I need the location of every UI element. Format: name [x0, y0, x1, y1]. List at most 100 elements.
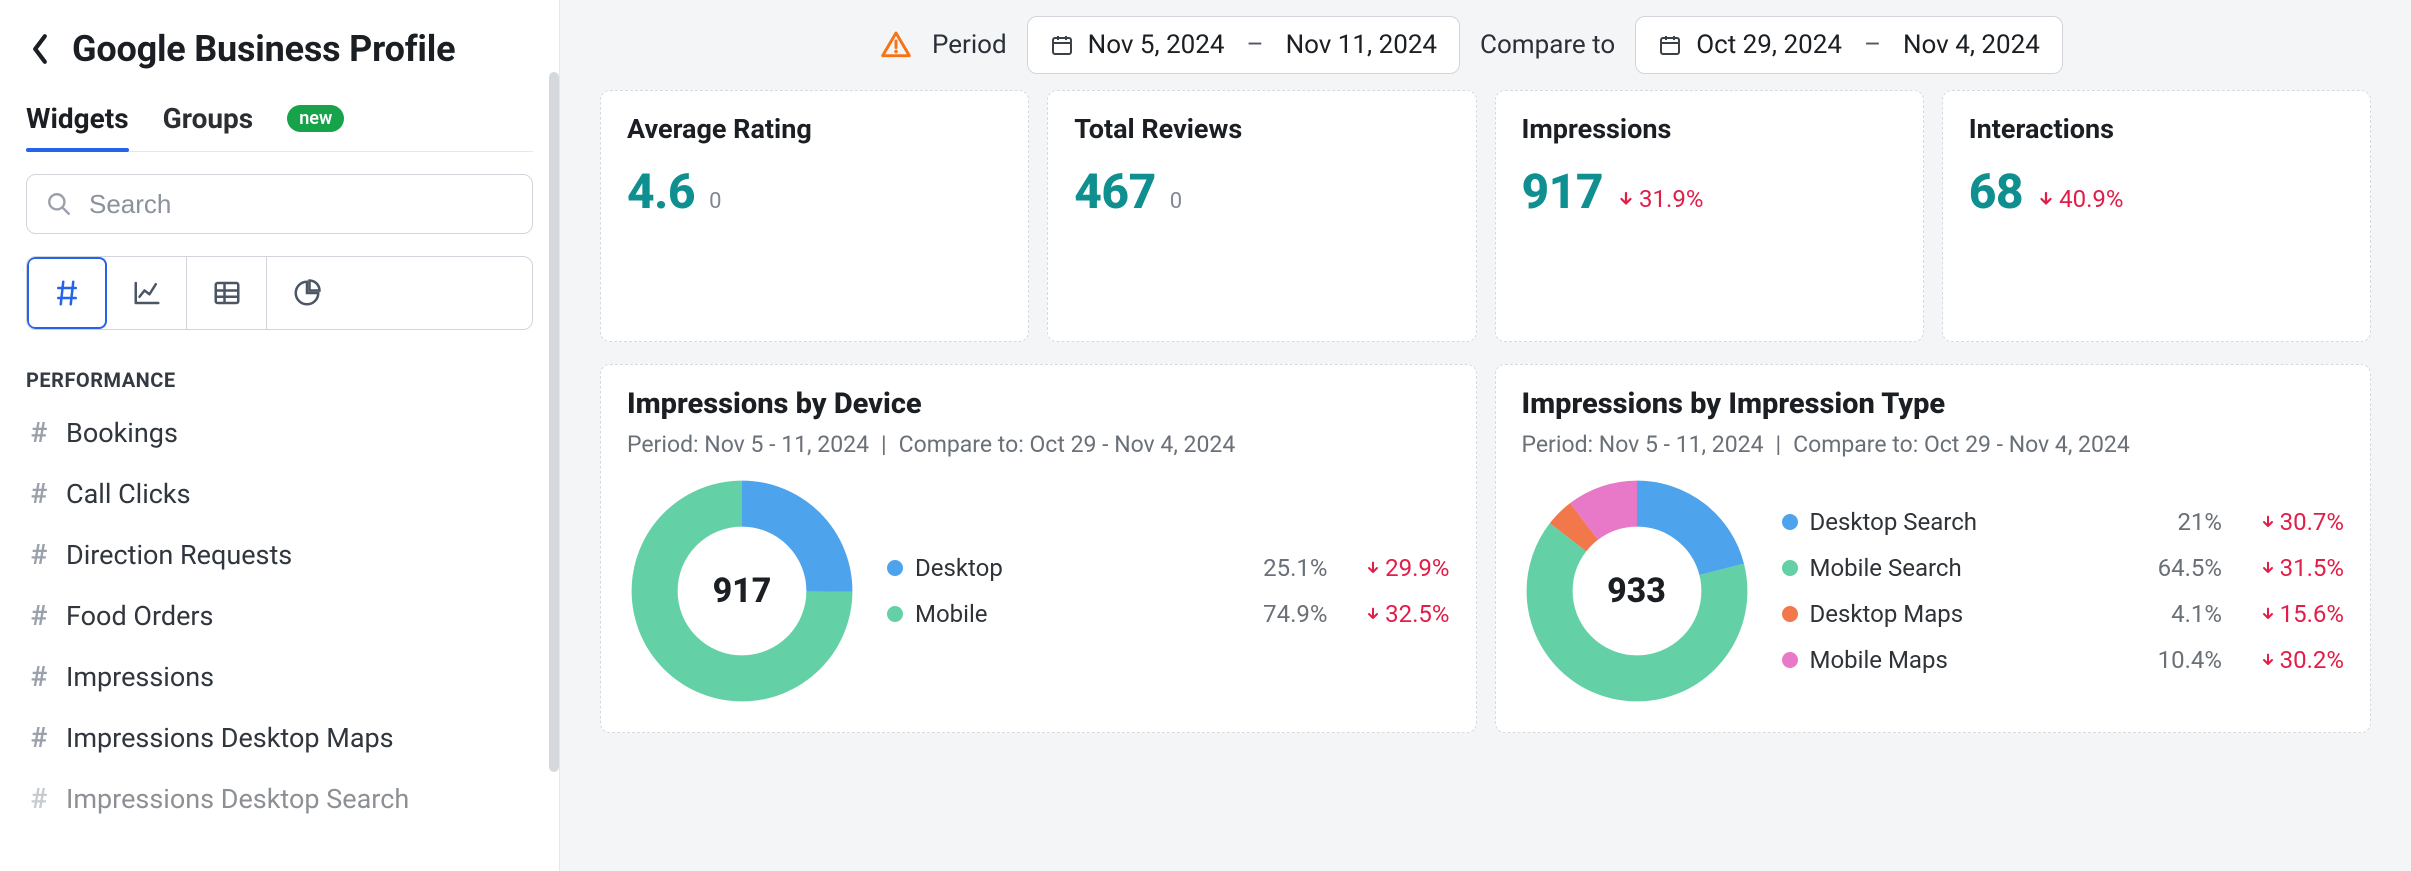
compare-end: Nov 4, 2024 [1903, 30, 2040, 60]
hash-icon [52, 278, 82, 308]
legend-name: Desktop Maps [1810, 600, 1964, 628]
legend-name: Desktop Search [1810, 508, 1977, 536]
donut-compare: Compare to: Oct 29 - Nov 4, 2024 [1793, 431, 2130, 458]
kpi-card-average-rating[interactable]: Average Rating 4.6 0 [600, 90, 1029, 342]
kpi-delta: 31.9% [1617, 185, 1703, 213]
hash-icon: # [26, 416, 52, 449]
legend-item: Mobile Search 64.5% 31.5% [1782, 554, 2345, 582]
legend-name: Mobile Maps [1810, 646, 1948, 674]
arrow-down-icon [1365, 560, 1381, 576]
legend-delta: 30.2% [2234, 646, 2344, 674]
hash-icon: # [26, 477, 52, 510]
hash-icon: # [26, 599, 52, 632]
widget-item-impressions-desktop-search[interactable]: # Impressions Desktop Search [26, 782, 533, 815]
compare-picker[interactable]: Oct 29, 2024 – Nov 4, 2024 [1635, 16, 2063, 74]
period-start: Nov 5, 2024 [1088, 30, 1225, 60]
widget-item-impressions[interactable]: # Impressions [26, 660, 533, 693]
warning-icon [880, 29, 912, 61]
back-button[interactable] [26, 35, 54, 63]
compare-start: Oct 29, 2024 [1696, 30, 1842, 60]
widget-item-direction-requests[interactable]: #Direction Requests [26, 538, 533, 571]
hash-icon: # [26, 660, 52, 693]
table-icon [212, 278, 242, 308]
legend-delta: 29.9% [1340, 554, 1450, 582]
widget-item-label: Food Orders [66, 600, 213, 632]
date-range-separator: – [1856, 30, 1889, 60]
kpi-card-total-reviews[interactable]: Total Reviews 467 0 [1047, 90, 1476, 342]
kpi-value: 4.6 [627, 163, 695, 220]
hash-icon: # [26, 721, 52, 754]
widget-item-label: Call Clicks [66, 478, 191, 510]
donut-card-impressions-by-type[interactable]: Impressions by Impression Type Period: N… [1495, 364, 2372, 733]
legend-bullet [1782, 606, 1798, 622]
legend-bullet [1782, 514, 1798, 530]
legend-delta: 15.6% [2234, 600, 2344, 628]
legend-bullet [1782, 652, 1798, 668]
tab-widgets[interactable]: Widgets [26, 102, 129, 151]
sidebar: Google Business Profile Widgets Groups n… [0, 0, 560, 871]
kpi-delta: 40.9% [2037, 185, 2123, 213]
legend-pct: 25.1% [1263, 554, 1327, 582]
date-range-separator: – [1239, 30, 1272, 60]
widget-type-number[interactable] [27, 257, 107, 329]
widget-item-call-clicks[interactable]: # Call Clicks [26, 477, 533, 510]
scrollbar[interactable] [549, 72, 559, 772]
donut-chart: 917 [627, 476, 857, 706]
widget-item-label: Impressions Desktop Search [66, 783, 409, 815]
legend-pct: 4.1% [2171, 600, 2222, 628]
widget-item-label: Direction Requests [66, 539, 292, 571]
arrow-down-icon [2260, 560, 2276, 576]
kpi-value: 917 [1522, 163, 1604, 220]
donut-title: Impressions by Device [627, 387, 1450, 421]
legend-delta: 32.5% [1340, 600, 1450, 628]
arrow-down-icon [2037, 190, 2055, 208]
legend-item: Desktop Maps 4.1% 15.6% [1782, 600, 2345, 628]
legend-delta: 31.5% [2234, 554, 2344, 582]
period-picker[interactable]: Nov 5, 2024 – Nov 11, 2024 [1027, 16, 1460, 74]
legend-bullet [1782, 560, 1798, 576]
kpi-row: Average Rating 4.6 0 Total Reviews 467 0… [600, 90, 2371, 342]
arrow-down-icon [1617, 190, 1635, 208]
calendar-icon [1050, 33, 1074, 57]
line-chart-icon [132, 278, 162, 308]
legend-name: Mobile Search [1810, 554, 1962, 582]
kpi-sub: 0 [1170, 189, 1182, 214]
widget-type-toggle [26, 256, 533, 330]
arrow-down-icon [2260, 606, 2276, 622]
widget-item-label: Bookings [66, 417, 178, 449]
donut-center-value: 917 [627, 476, 857, 706]
widget-item-bookings[interactable]: # Bookings [26, 416, 533, 449]
kpi-title: Average Rating [627, 113, 1002, 145]
chevron-left-icon [30, 33, 50, 65]
donut-legend: Desktop Search 21% 30.7% Mobile Search [1782, 508, 2345, 674]
kpi-sub: 0 [709, 189, 721, 214]
new-badge: new [287, 105, 344, 132]
widget-type-line[interactable] [107, 257, 187, 329]
legend-pct: 21% [2177, 508, 2222, 536]
kpi-card-interactions[interactable]: Interactions 68 40.9% [1942, 90, 2371, 342]
legend-pct: 10.4% [2158, 646, 2222, 674]
compare-label: Compare to [1480, 30, 1615, 60]
widget-item-label: Impressions [66, 661, 214, 693]
hash-icon: # [26, 782, 52, 815]
search-input[interactable] [26, 174, 533, 234]
legend-name: Mobile [915, 600, 1045, 628]
legend-bullet [887, 560, 903, 576]
filter-bar: Period Nov 5, 2024 – Nov 11, 2024 Compar… [560, 0, 2411, 90]
widget-type-table[interactable] [187, 257, 267, 329]
legend-item: Mobile 74.9% 32.5% [887, 600, 1450, 628]
donut-compare: Compare to: Oct 29 - Nov 4, 2024 [899, 431, 1236, 458]
kpi-title: Total Reviews [1074, 113, 1449, 145]
legend-pct: 64.5% [2158, 554, 2222, 582]
kpi-card-impressions[interactable]: Impressions 917 31.9% [1495, 90, 1924, 342]
widget-item-food-orders[interactable]: # Food Orders [26, 599, 533, 632]
tab-groups[interactable]: Groups [163, 102, 254, 151]
donut-legend: Desktop 25.1% 29.9% Mobile 74.9% [887, 554, 1450, 628]
calendar-icon [1658, 33, 1682, 57]
donut-card-impressions-by-device[interactable]: Impressions by Device Period: Nov 5 - 11… [600, 364, 1477, 733]
main: Period Nov 5, 2024 – Nov 11, 2024 Compar… [560, 0, 2411, 871]
section-label: PERFORMANCE [26, 368, 533, 392]
widget-item-impressions-desktop-maps[interactable]: #Impressions Desktop Maps [26, 721, 533, 754]
widget-type-pie[interactable] [267, 257, 347, 329]
legend-item: Mobile Maps 10.4% 30.2% [1782, 646, 2345, 674]
